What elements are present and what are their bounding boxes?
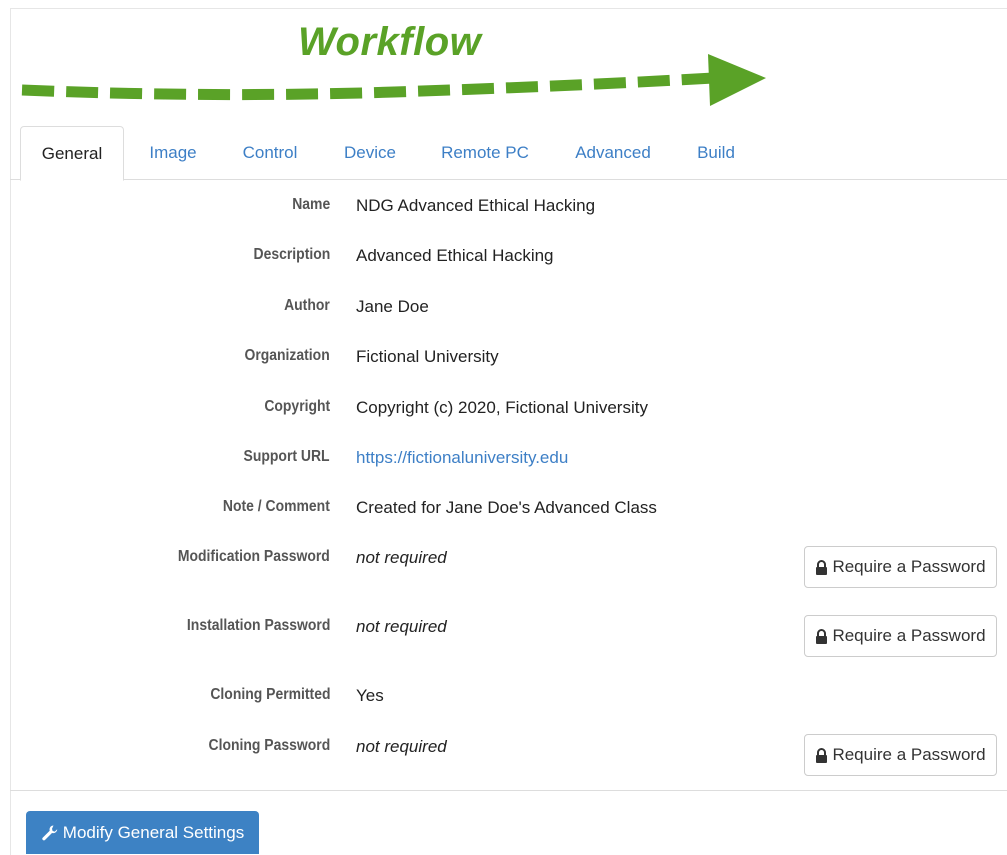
copyright-value: Copyright (c) 2020, Fictional University: [356, 398, 648, 417]
require-password-label: Require a Password: [832, 626, 986, 645]
tab-advanced[interactable]: Advanced: [564, 126, 662, 179]
organization-value: Fictional University: [356, 347, 499, 366]
tab-image[interactable]: Image: [138, 126, 208, 179]
require-password-label: Require a Password: [832, 557, 986, 576]
support-url-link[interactable]: https://fictionaluniversity.edu: [356, 448, 568, 468]
copyright-label: Copyright: [264, 398, 330, 415]
lock-icon: [816, 628, 828, 644]
cloning-permitted-label: Cloning Permitted: [209, 686, 330, 703]
modification-password-label: Modification Password: [178, 548, 330, 565]
require-modification-password-button[interactable]: Require a Password: [804, 546, 997, 588]
installation-password-value: not required: [356, 617, 447, 636]
require-installation-password-button[interactable]: Require a Password: [804, 615, 997, 657]
name-value: NDG Advanced Ethical Hacking: [356, 196, 596, 215]
note-label: Note / Comment: [223, 498, 330, 515]
require-password-label: Require a Password: [832, 745, 986, 764]
lock-icon: [816, 747, 828, 763]
description-value: Advanced Ethical Hacking: [356, 246, 554, 265]
cloning-permitted-value: Yes: [356, 686, 384, 705]
workflow-arrow-icon: [21, 54, 766, 106]
description-label: Description: [253, 246, 330, 263]
installation-password-label: Installation Password: [186, 617, 330, 634]
support-url-label: Support URL: [243, 448, 330, 465]
require-cloning-password-button[interactable]: Require a Password: [804, 734, 997, 776]
modification-password-value: not required: [356, 548, 447, 567]
tab-device[interactable]: Device: [334, 126, 406, 179]
footer-divider: [10, 790, 1007, 791]
modify-general-settings-button[interactable]: Modify General Settings: [26, 811, 259, 854]
cloning-password-value: not required: [356, 737, 447, 756]
note-value: Created for Jane Doe's Advanced Class: [356, 498, 657, 517]
tab-remote-pc[interactable]: Remote PC: [432, 126, 538, 179]
author-value: Jane Doe: [356, 297, 429, 316]
tab-build[interactable]: Build: [688, 126, 744, 179]
modify-general-settings-label: Modify General Settings: [62, 822, 245, 842]
organization-label: Organization: [244, 347, 330, 364]
settings-tabs: General Image Control Device Remote PC A…: [20, 126, 1007, 181]
author-label: Author: [284, 297, 330, 314]
tab-control[interactable]: Control: [232, 126, 308, 179]
lock-icon: [816, 559, 828, 575]
name-label: Name: [292, 196, 330, 213]
cloning-password-label: Cloning Password: [208, 737, 330, 754]
tabs-divider: [10, 179, 1007, 180]
tab-general[interactable]: General: [20, 126, 124, 181]
wrench-icon: [42, 825, 57, 840]
